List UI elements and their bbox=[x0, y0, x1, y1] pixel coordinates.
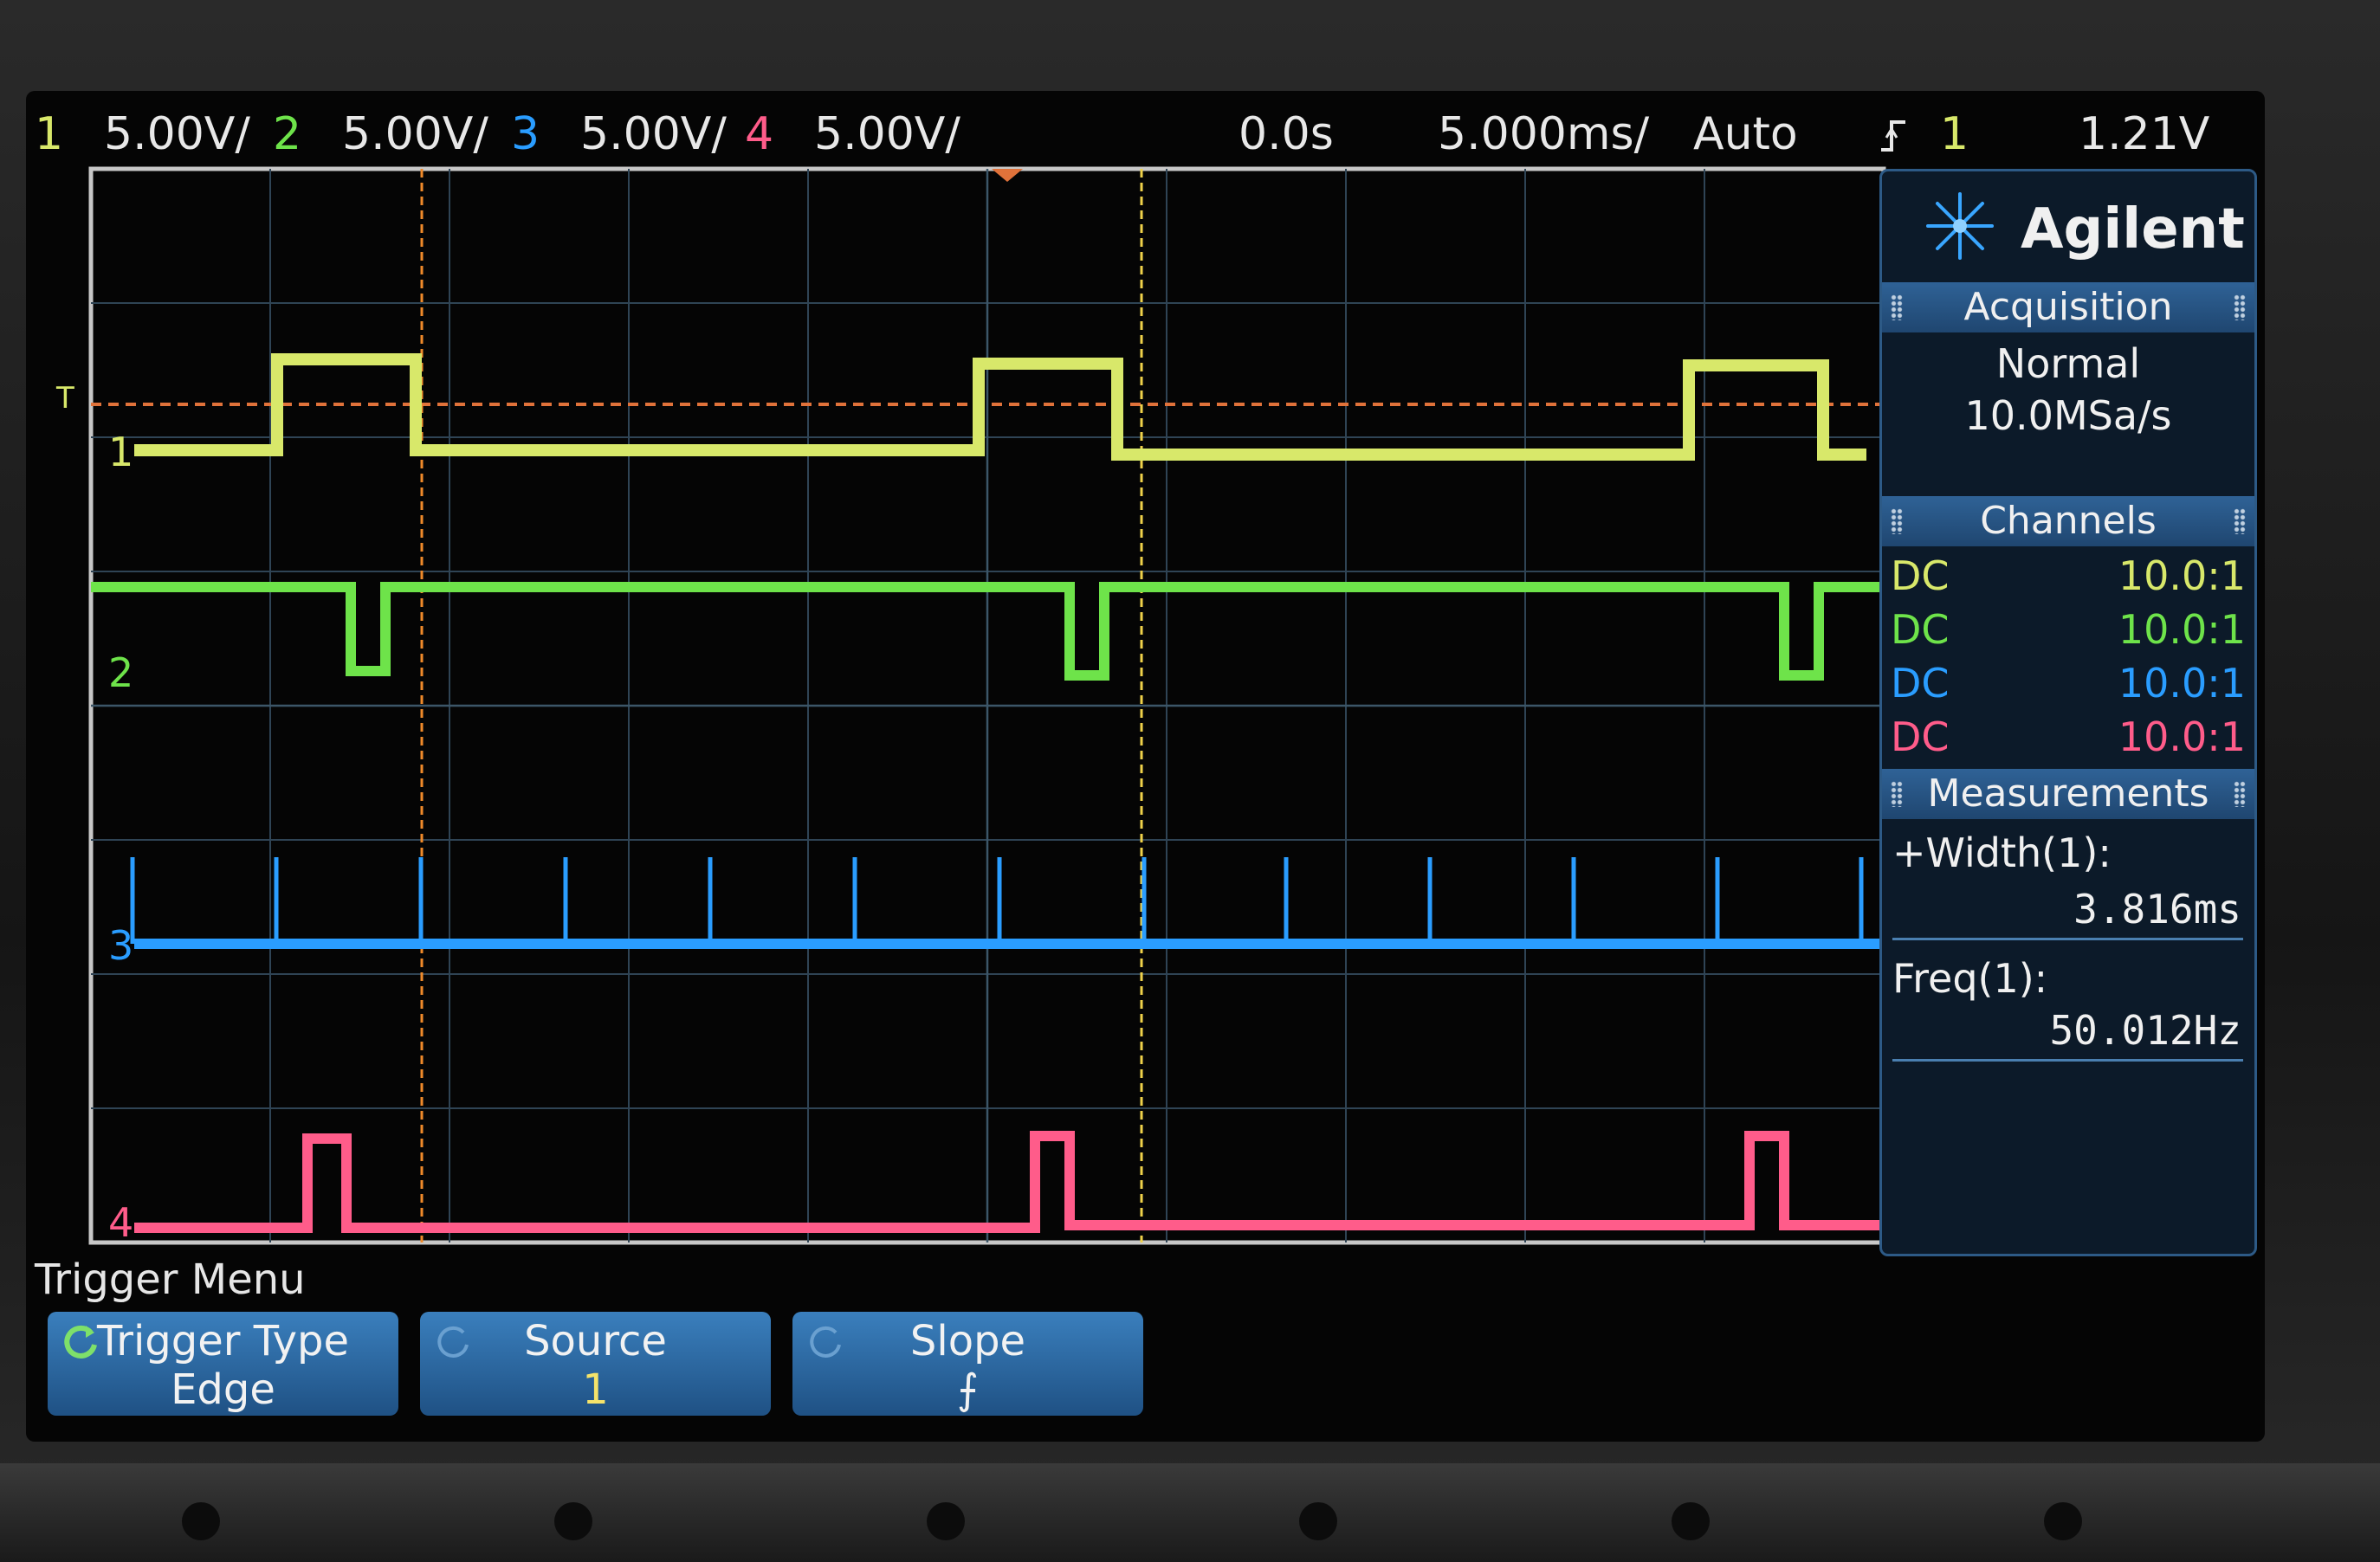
ch4-label: 4 bbox=[108, 1199, 134, 1246]
measurement-freq-label: Freq(1): bbox=[1892, 955, 2048, 1002]
ch1-waveform bbox=[134, 353, 1866, 461]
grip-icon bbox=[1891, 508, 1903, 534]
acquisition-title: Acquisition bbox=[1963, 285, 2173, 329]
ch4-number[interactable]: 4 bbox=[745, 108, 773, 160]
ch2-coupling: DC bbox=[1891, 606, 1950, 653]
graticule bbox=[88, 166, 1886, 1245]
grip-icon bbox=[1891, 781, 1903, 807]
trigger-position-marker bbox=[992, 169, 1023, 182]
center-axes bbox=[91, 169, 1884, 1242]
brand-name: Agilent bbox=[2021, 197, 2245, 261]
softkey-button[interactable] bbox=[927, 1502, 965, 1540]
ch2-number[interactable]: 2 bbox=[273, 108, 301, 160]
channel-row-2: DC 10.0:1 bbox=[1891, 606, 2246, 660]
ch3-probe: 10.0:1 bbox=[2118, 660, 2246, 707]
softkey-button[interactable] bbox=[2044, 1502, 2082, 1540]
channel-row-3: DC 10.0:1 bbox=[1891, 660, 2246, 713]
grip-icon bbox=[1891, 294, 1903, 320]
delay-readout[interactable]: 0.0s bbox=[1239, 108, 1334, 160]
ch3-pulses bbox=[130, 857, 1864, 944]
measurements-header[interactable]: Measurements bbox=[1882, 769, 2254, 819]
softkey-button[interactable] bbox=[554, 1502, 592, 1540]
timebase-readout[interactable]: 5.000ms/ bbox=[1438, 108, 1649, 160]
ch3-scale[interactable]: 5.00V/ bbox=[580, 108, 727, 160]
softkey-value: 1 bbox=[582, 1365, 609, 1414]
softkey-button[interactable] bbox=[1299, 1502, 1337, 1540]
softkey-label: Slope bbox=[909, 1317, 1026, 1365]
softkey-button[interactable] bbox=[182, 1502, 220, 1540]
softkey-value: ⨍ bbox=[956, 1365, 979, 1414]
brand-box: Agilent bbox=[1882, 171, 2254, 280]
softkey-button[interactable] bbox=[1672, 1502, 1710, 1540]
ch2-probe: 10.0:1 bbox=[2118, 606, 2246, 653]
ch3-number[interactable]: 3 bbox=[511, 108, 540, 160]
channel-row-4: DC 10.0:1 bbox=[1891, 713, 2246, 767]
ch2-scale[interactable]: 5.00V/ bbox=[342, 108, 488, 160]
ch1-probe: 10.0:1 bbox=[2118, 552, 2246, 599]
grip-icon bbox=[2234, 508, 2246, 534]
measurement-freq-value: 50.012Hz bbox=[2049, 1007, 2241, 1054]
ch1-coupling: DC bbox=[1891, 552, 1950, 599]
measurements-title: Measurements bbox=[1927, 771, 2209, 816]
ch4-waveform bbox=[134, 1131, 1884, 1233]
trigger-level-marker-label: T bbox=[56, 381, 74, 416]
acquisition-mode: Normal bbox=[1995, 340, 2141, 387]
measurement-width-label: +Width(1): bbox=[1892, 829, 2112, 876]
measurement-width-value: 3.816ms bbox=[2073, 886, 2241, 933]
source-softkey[interactable]: Source 1 bbox=[420, 1312, 771, 1416]
ch2-label: 2 bbox=[108, 649, 134, 696]
trigger-mode[interactable]: Auto bbox=[1693, 108, 1798, 160]
trigger-type-softkey[interactable]: Trigger Type Edge bbox=[48, 1312, 398, 1416]
oscilloscope-screen: 1 5.00V/ 2 5.00V/ 3 5.00V/ 4 5.00V/ 0.0s… bbox=[26, 91, 2265, 1442]
front-panel-edge bbox=[0, 1463, 2380, 1562]
slope-softkey[interactable]: Slope ⨍ bbox=[792, 1312, 1143, 1416]
ch4-coupling: DC bbox=[1891, 713, 1950, 760]
grip-icon bbox=[2234, 294, 2246, 320]
ch1-label: 1 bbox=[108, 429, 134, 475]
rising-edge-icon bbox=[1881, 120, 1905, 152]
ch1-scale[interactable]: 5.00V/ bbox=[104, 108, 250, 160]
channel-row-1: DC 10.0:1 bbox=[1891, 552, 2246, 606]
side-panel: Agilent Acquisition Normal 10.0MSa/s Cha… bbox=[1879, 169, 2257, 1256]
ch4-scale[interactable]: 5.00V/ bbox=[814, 108, 960, 160]
measurement-divider bbox=[1892, 1059, 2243, 1062]
measurement-divider bbox=[1892, 938, 2243, 940]
acquisition-rate: 10.0MSa/s bbox=[1964, 392, 2172, 439]
softkey-label: Trigger Type bbox=[96, 1317, 350, 1365]
softkey-label: Source bbox=[524, 1317, 667, 1365]
ch4-probe: 10.0:1 bbox=[2118, 713, 2246, 760]
waveform-display[interactable]: 1 2 3 4 T bbox=[56, 165, 1892, 1247]
status-bar: 1 5.00V/ 2 5.00V/ 3 5.00V/ 4 5.00V/ 0.0s… bbox=[26, 91, 2265, 169]
acquisition-header[interactable]: Acquisition bbox=[1882, 282, 2254, 332]
softkey-value: Edge bbox=[171, 1365, 275, 1414]
ch3-label: 3 bbox=[108, 922, 134, 969]
trigger-level[interactable]: 1.21V bbox=[2079, 108, 2209, 160]
ch1-number[interactable]: 1 bbox=[35, 108, 63, 160]
agilent-spark-logo bbox=[1926, 192, 1994, 260]
channels-header[interactable]: Channels bbox=[1882, 496, 2254, 546]
grip-icon bbox=[2234, 781, 2246, 807]
trigger-source[interactable]: 1 bbox=[1940, 108, 1969, 160]
channels-title: Channels bbox=[1980, 499, 2157, 543]
ch3-coupling: DC bbox=[1891, 660, 1950, 707]
menu-title: Trigger Menu bbox=[35, 1255, 306, 1304]
